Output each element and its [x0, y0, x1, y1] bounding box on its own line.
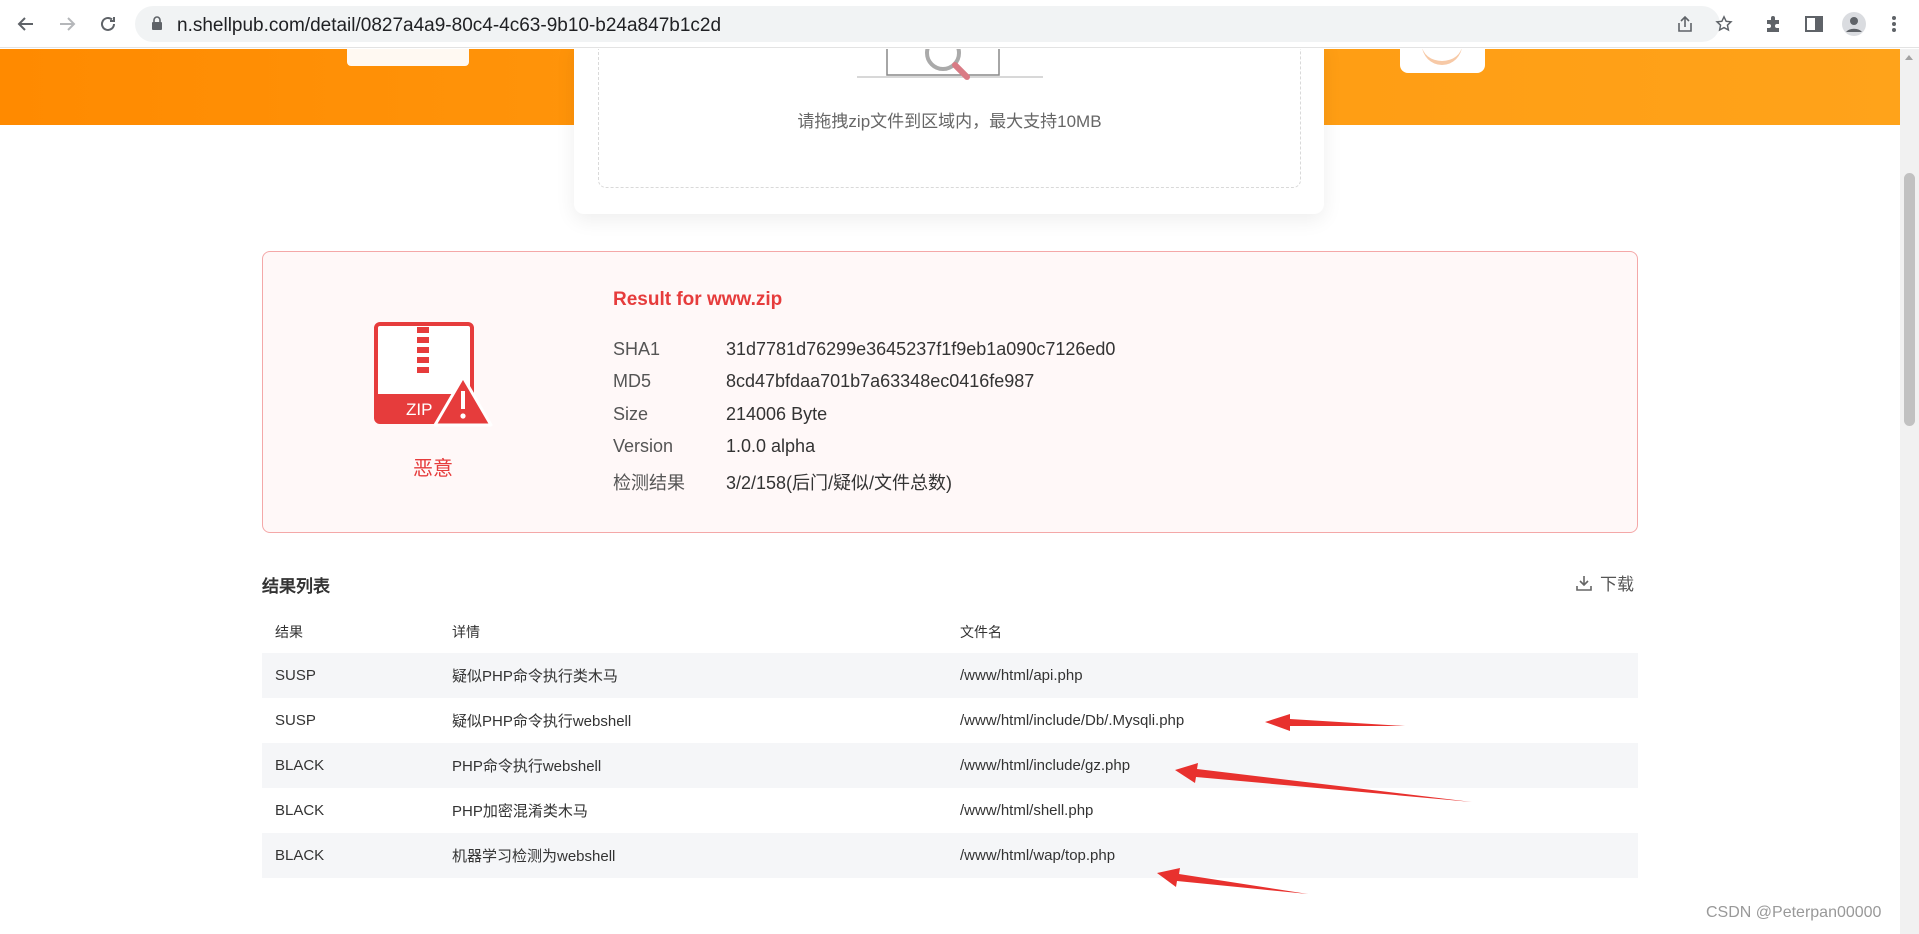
svg-text:ZIP: ZIP — [406, 400, 432, 419]
verdict-label: 恶意 — [413, 458, 453, 480]
table-body: SUSP 疑似PHP命令执行类木马 /www/html/api.php SUSP… — [262, 653, 1638, 878]
info-row-detection: 检测结果 3/2/158(后门/疑似/文件总数) — [613, 469, 952, 495]
table-row[interactable]: BLACK PHP命令执行webshell /www/html/include/… — [262, 743, 1638, 788]
banner-decoration-right — [1400, 49, 1485, 73]
info-value: 3/2/158(后门/疑似/文件总数) — [726, 473, 953, 493]
info-row-md5: MD5 8cd47bfdaa701b7a63348ec0416fe987 — [613, 371, 1034, 392]
info-key: MD5 — [613, 371, 652, 391]
header-filename: 文件名 — [960, 624, 1002, 640]
cell-result: SUSP — [275, 667, 316, 684]
cell-detail: PHP命令执行webshell — [452, 758, 602, 775]
table-row[interactable]: BLACK PHP加密混淆类木马 /www/html/shell.php — [262, 788, 1638, 833]
cell-detail: 疑似PHP命令执行类木马 — [452, 668, 618, 685]
info-row-version: Version 1.0.0 alpha — [613, 436, 815, 457]
back-button[interactable] — [10, 8, 42, 40]
bookmark-star-icon[interactable] — [1712, 12, 1736, 36]
table-row[interactable]: BLACK 机器学习检测为webshell /www/html/wap/top.… — [262, 833, 1638, 878]
result-table: 结果 详情 文件名 SUSP 疑似PHP命令执行类木马 /www/html/ap… — [262, 611, 1638, 878]
extensions-icon[interactable] — [1759, 10, 1787, 38]
download-button[interactable]: 下载 — [1574, 570, 1634, 595]
header-result: 结果 — [275, 624, 303, 640]
info-row-sha1: SHA1 31d7781d76299e3645237f1f9eb1a090c712… — [613, 339, 1115, 360]
cell-detail: 机器学习检测为webshell — [452, 848, 616, 865]
info-value: 31d7781d76299e3645237f1f9eb1a090c7126ed0 — [726, 339, 1116, 359]
info-value: 1.0.0 alpha — [726, 436, 816, 456]
side-panel-icon[interactable] — [1800, 10, 1828, 38]
download-label: 下载 — [1600, 575, 1634, 594]
url-text: n.shellpub.com/detail/0827a4a9-80c4-4c63… — [177, 15, 722, 36]
cell-filename: /www/html/include/gz.php — [960, 757, 1131, 774]
result-card: ZIP 恶意 Result for www.zip SHA1 31d7781d76… — [262, 251, 1638, 533]
result-list-title: 结果列表 — [262, 577, 330, 596]
info-key: 检测结果 — [613, 473, 685, 493]
arrow-left-icon — [17, 17, 33, 31]
cell-filename: /www/html/api.php — [960, 667, 1083, 684]
cell-filename: /www/html/shell.php — [960, 802, 1094, 819]
table-row[interactable]: SUSP 疑似PHP命令执行webshell /www/html/include… — [262, 698, 1638, 743]
browser-toolbar: n.shellpub.com/detail/0827a4a9-80c4-4c63… — [0, 0, 1919, 48]
cell-filename: /www/html/include/Db/.Mysqli.php — [960, 712, 1185, 729]
reload-icon — [101, 16, 115, 31]
download-icon — [1576, 575, 1592, 591]
more-menu-icon[interactable] — [1880, 10, 1908, 38]
table-row[interactable]: SUSP 疑似PHP命令执行类木马 /www/html/api.php — [262, 653, 1638, 698]
profile-avatar-icon[interactable] — [1840, 10, 1868, 38]
share-icon[interactable] — [1673, 12, 1697, 36]
reload-button[interactable] — [92, 8, 124, 40]
address-bar[interactable]: n.shellpub.com/detail/0827a4a9-80c4-4c63… — [135, 6, 1733, 42]
cell-result: SUSP — [275, 712, 316, 729]
malicious-zip-icon: ZIP — [374, 322, 493, 427]
magnifier-illustration — [857, 49, 1043, 80]
forward-button[interactable] — [51, 8, 83, 40]
drop-hint: 请拖拽zip文件到区域内，最大支持10MB — [797, 112, 1102, 131]
info-value: 8cd47bfdaa701b7a63348ec0416fe987 — [726, 371, 1035, 391]
scrollbar-thumb[interactable] — [1904, 173, 1915, 426]
info-key: Size — [613, 404, 649, 424]
cell-result: BLACK — [275, 847, 325, 864]
table-header: 结果 详情 文件名 — [262, 611, 1638, 653]
upload-panel: 请拖拽zip文件到区域内，最大支持10MB — [574, 49, 1324, 214]
cell-result: BLACK — [275, 802, 325, 819]
info-row-size: Size 214006 Byte — [613, 404, 827, 425]
cell-detail: PHP加密混淆类木马 — [452, 803, 588, 820]
vertical-scrollbar[interactable] — [1900, 49, 1919, 934]
arrow-right-icon — [60, 17, 76, 31]
drop-zone[interactable]: 请拖拽zip文件到区域内，最大支持10MB — [598, 49, 1301, 188]
lock-icon — [152, 16, 162, 30]
info-value: 214006 Byte — [726, 404, 828, 424]
result-title: Result for www.zip — [613, 289, 783, 310]
info-key: Version — [613, 436, 674, 456]
cell-filename: /www/html/wap/top.php — [960, 847, 1116, 864]
cell-result: BLACK — [275, 757, 325, 774]
header-detail: 详情 — [452, 624, 480, 640]
watermark: CSDN @Peterpan00000 — [1706, 904, 1882, 921]
cell-detail: 疑似PHP命令执行webshell — [452, 713, 632, 730]
info-key: SHA1 — [613, 339, 661, 359]
banner-decoration-left — [347, 49, 469, 66]
scroll-up-arrow[interactable] — [1905, 55, 1913, 60]
page-viewport: 请拖拽zip文件到区域内，最大支持10MB ZIP 恶意 Result for … — [0, 49, 1900, 934]
